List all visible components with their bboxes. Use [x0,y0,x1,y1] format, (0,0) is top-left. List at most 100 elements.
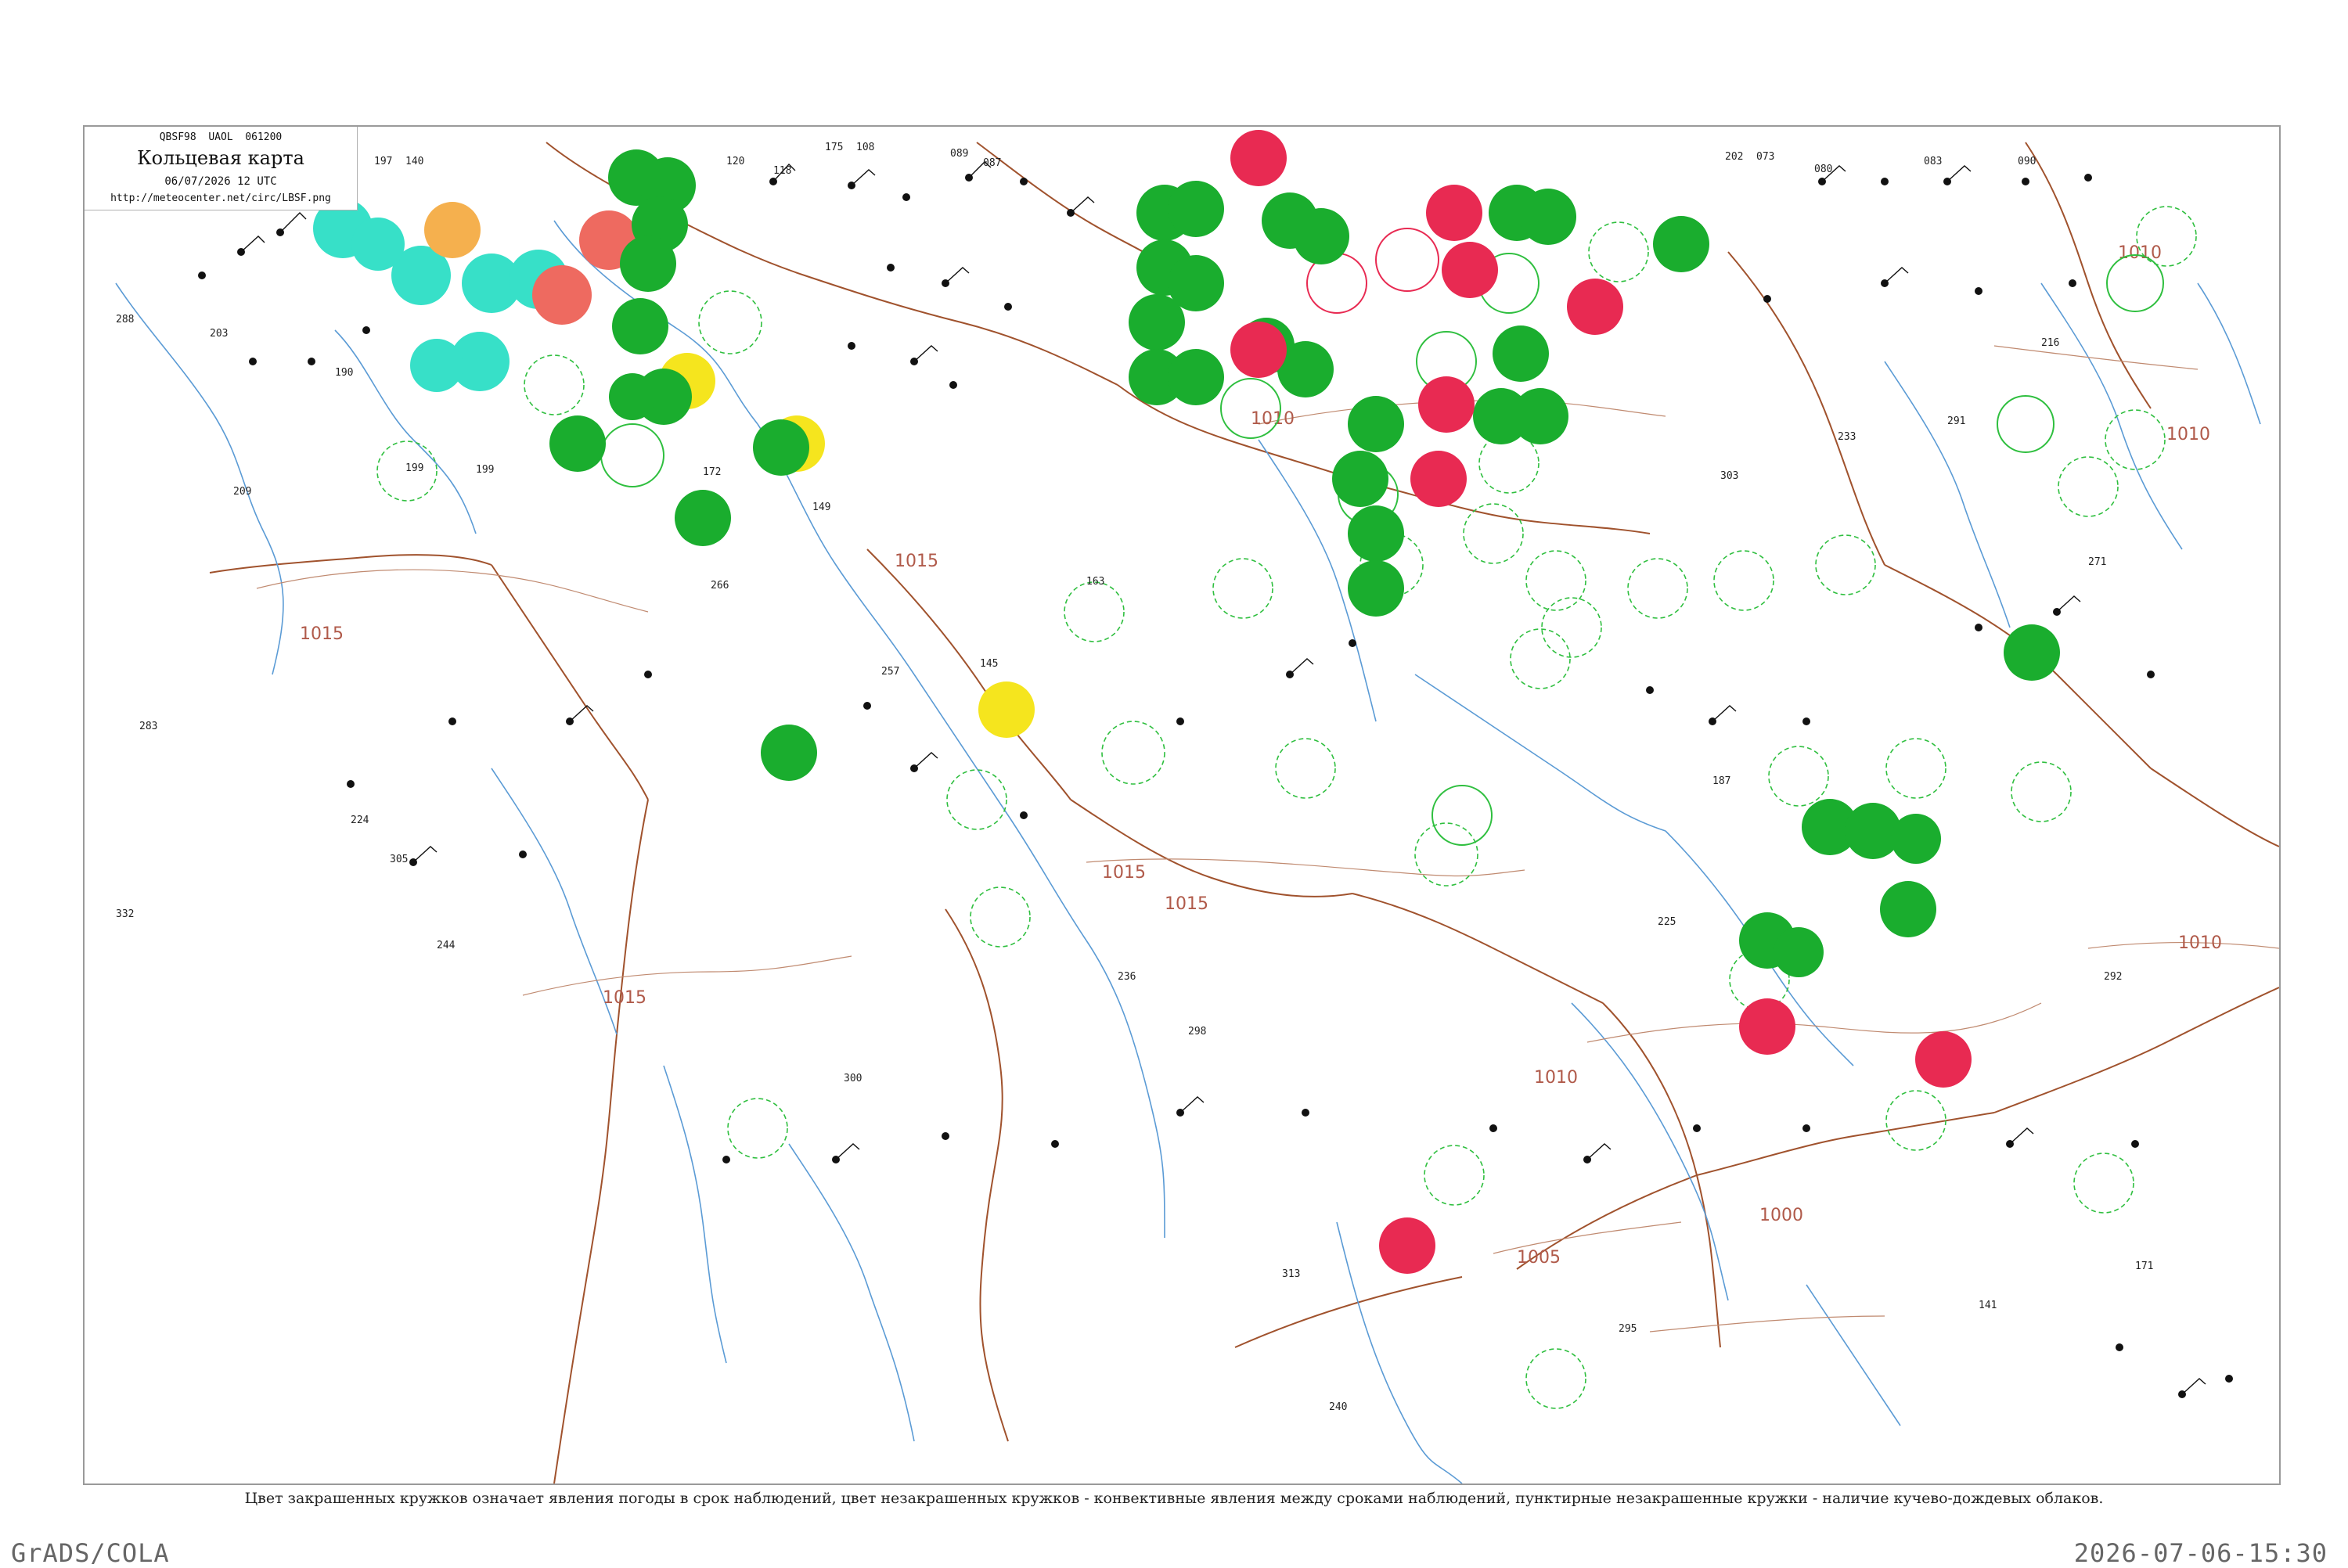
station-value: 087 [983,157,1001,169]
station-value: 163 [1086,576,1104,588]
weather-circle [1493,325,1549,382]
isobar-label: 1010 [1251,409,1295,429]
station-value: 108 [856,142,874,153]
weather-circle [1410,451,1467,507]
isobar-labels: 1015 1015 1015 1015 1015 1010 1010 1010 … [300,243,2222,1268]
station-value: 089 [950,148,968,160]
source-url[interactable]: http://meteocenter.net/circ/LBSF.png [85,192,357,204]
isobar-label: 1015 [300,624,344,644]
isobar-label: 1015 [1102,863,1146,883]
weather-circle [1168,181,1224,237]
weather-circle [2004,624,2060,681]
rivers-layer [115,220,2261,1483]
isobars-layer [256,345,2279,1332]
weather-circle [1442,242,1498,298]
station-value: 216 [2041,337,2059,349]
weather-circle [978,682,1035,738]
isobar-label: 1000 [1759,1206,1803,1225]
synoptic-map[interactable]: 1015 1015 1015 1015 1015 1010 1010 1010 … [83,125,2281,1485]
station-value: 257 [881,666,899,678]
isobar-label: 1015 [895,552,938,571]
weather-circle [1348,505,1404,562]
weather-circle [1774,927,1824,977]
weather-circle [1168,349,1224,405]
footer-software: GrADS/COLA [11,1538,170,1568]
station-value: 292 [2104,971,2122,983]
station-value: 305 [390,854,408,865]
map-datetime: 06/07/2026 12 UTC [164,175,277,188]
station-value: 244 [437,940,456,951]
filled-circles [313,130,2060,1274]
station-value: 190 [335,367,353,379]
weather-circle [549,415,606,472]
weather-circle [1129,294,1185,351]
map-header: QBSF98 UAOL 061200 Кольцевая карта 06/07… [85,127,358,210]
weather-circle [1567,279,1623,335]
isobar-label: 1015 [1165,894,1208,914]
weather-circle [410,339,463,392]
station-value: 090 [2018,156,2036,167]
station-value: 175 [825,142,843,153]
station-value: 300 [844,1073,862,1084]
weather-circle [1653,216,1709,272]
isobar-label: 1010 [2118,243,2162,263]
station-value: 295 [1619,1323,1637,1335]
station-value: 240 [1329,1401,1347,1413]
isobar-label: 1015 [603,988,646,1008]
station-value: 203 [210,328,228,340]
weather-circle [1520,189,1576,245]
weather-circle [1512,388,1568,444]
weather-circle [1293,208,1349,264]
station-value: 202 [1725,151,1743,163]
station-value: 187 [1712,775,1730,787]
weather-circle [1739,998,1795,1055]
footer-timestamp: 2026-07-06-15:30 [2073,1538,2328,1568]
isobar-label: 1010 [2178,933,2222,953]
weather-circle [532,265,592,325]
weather-circle [753,419,809,476]
station-value: 298 [1188,1026,1206,1038]
station-value: 141 [1979,1300,1997,1311]
station-value: 199 [476,464,494,476]
station-value: 171 [2135,1261,2153,1272]
isobar-label: 1010 [1534,1068,1578,1088]
station-value: 266 [711,580,729,592]
station-value: 149 [812,502,830,513]
weather-circle [424,202,481,258]
station-value: 140 [405,156,423,167]
station-value: 291 [1947,415,1965,427]
isobar-label: 1010 [2166,425,2210,444]
station-value: 303 [1720,470,1738,482]
weather-circle [1418,376,1475,433]
station-value: 313 [1282,1268,1300,1280]
weather-circle [1379,1217,1435,1274]
map-title: Кольцевая карта [137,147,304,169]
station-value: 332 [116,908,134,920]
weather-circle [1915,1031,1972,1088]
weather-circle [1348,560,1404,617]
weather-circle [1426,185,1482,241]
station-value: 283 [139,721,157,732]
weather-circle [1348,396,1404,452]
station-value: 073 [1756,151,1774,163]
bulletin-code: QBSF98 UAOL 061200 [159,131,283,143]
map-canvas: 1015 1015 1015 1015 1015 1010 1010 1010 … [115,130,2279,1483]
station-value: 233 [1838,431,1856,443]
weather-circle [761,725,817,781]
station-value: 225 [1658,916,1676,928]
station-value: 197 [374,156,392,167]
station-value: 236 [1118,971,1136,983]
weather-circle [351,218,405,271]
station-value: 209 [233,486,251,498]
station-value: 118 [773,165,791,177]
map-caption: Цвет закрашенных кружков означает явлени… [244,1490,2104,1507]
weather-circle [612,298,668,354]
weather-circle [675,490,731,546]
weather-circle [1880,881,1936,937]
station-value: 083 [1924,156,1942,167]
station-value: 080 [1814,164,1832,175]
station-value: 172 [703,466,721,478]
weather-circle [620,236,676,292]
wind-barbs [240,161,2206,1395]
station-value: 224 [351,815,369,826]
